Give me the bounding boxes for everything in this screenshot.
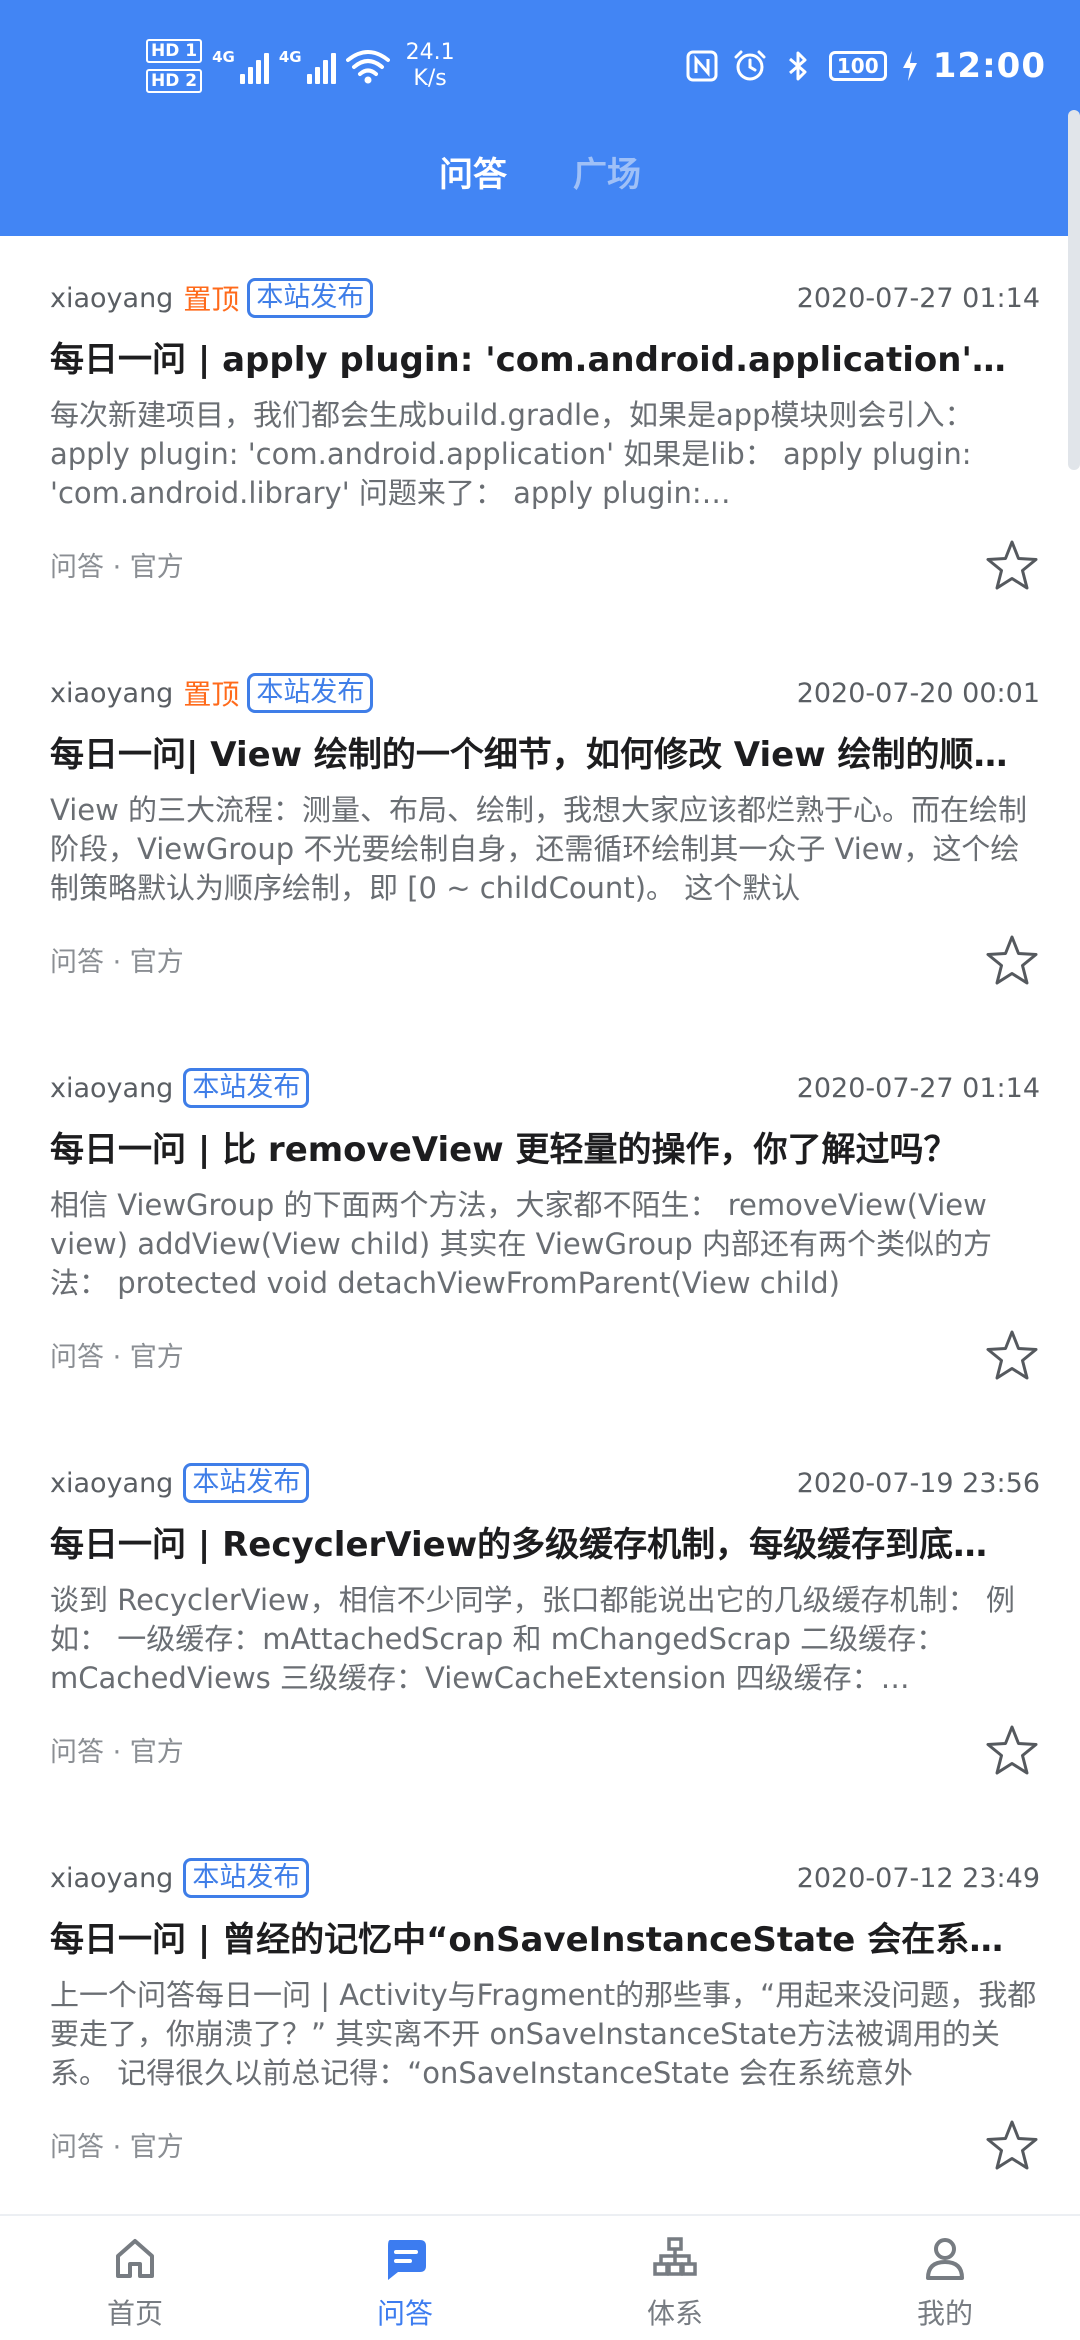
- battery-indicator: 100: [828, 51, 887, 81]
- article-chapter[interactable]: 问答 · 官方: [50, 1733, 184, 1773]
- home-icon: [116, 2239, 154, 2278]
- app-root: HD 1 HD 2 4G 4G 24.1 K/s 100 12:00 问答 广场…: [0, 0, 1080, 2340]
- article-item[interactable]: xiaoyang 本站发布 2020-07-19 23:56 每日一问 | Re…: [0, 1421, 1080, 1816]
- article-date: 2020-07-12 23:49: [796, 1862, 1040, 1894]
- network-1-label: 4G: [212, 48, 235, 66]
- article-desc: 上一个问答每日一问 | Activity与Fragment的那些事，“用起来没问…: [50, 1978, 1037, 2090]
- nfc-icon: [686, 50, 718, 82]
- article-chapter[interactable]: 问答 · 官方: [50, 1338, 184, 1378]
- article-item[interactable]: xiaoyang 置顶 本站发布 2020-07-20 00:01 每日一问| …: [0, 631, 1080, 1026]
- tab-square[interactable]: 广场: [573, 140, 641, 210]
- site-publish-tag: 本站发布: [247, 278, 374, 318]
- article-author[interactable]: xiaoyang: [50, 1468, 173, 1499]
- article-meta: xiaoyang 置顶 本站发布 2020-07-20 00:01: [50, 671, 1040, 715]
- star-icon[interactable]: [984, 538, 1040, 594]
- article-item[interactable]: xiaoyang 置顶 本站发布 2020-07-27 01:14 每日一问 |…: [0, 236, 1080, 631]
- network-2-label: 4G: [278, 48, 302, 66]
- nav-home[interactable]: 首页: [0, 2216, 270, 2340]
- article-item[interactable]: xiaoyang 本站发布 2020-07-27 01:14 每日一问 | 比 …: [0, 1026, 1080, 1421]
- status-bar: HD 1 HD 2 4G 4G 24.1 K/s 100 12:00: [0, 0, 1080, 130]
- article-date: 2020-07-20 00:01: [796, 677, 1040, 709]
- article-meta: xiaoyang 置顶 本站发布 2020-07-27 01:14: [50, 276, 1040, 320]
- signal-1-icon: 4G: [212, 48, 269, 84]
- site-publish-tag: 本站发布: [247, 673, 374, 713]
- article-desc: 谈到 RecyclerView，相信不少同学，张口都能说出它的几级缓存机制： 例…: [50, 1583, 1015, 1701]
- speed-unit: K/s: [413, 66, 447, 91]
- top-tabs: 问答 广场: [0, 140, 1080, 210]
- system-icon: [653, 2237, 697, 2276]
- article-meta: xiaoyang 本站发布 2020-07-12 23:49: [50, 1856, 1040, 1900]
- profile-icon: [926, 2238, 964, 2280]
- article-title[interactable]: 每日一问 | RecyclerView的多级缓存机制，每级缓存到底起到什么样的作…: [50, 1521, 1010, 1569]
- article-chapter[interactable]: 问答 · 官方: [50, 548, 184, 588]
- network-speed: 24.1 K/s: [406, 40, 455, 92]
- nav-profile[interactable]: 我的: [810, 2216, 1080, 2340]
- article-chapter[interactable]: 问答 · 官方: [50, 943, 184, 983]
- status-left: HD 1 HD 2 4G 4G 24.1 K/s: [146, 34, 455, 98]
- article-list[interactable]: xiaoyang 置顶 本站发布 2020-07-27 01:14 每日一问 |…: [0, 236, 1080, 2214]
- nav-profile-label: 我的: [916, 2297, 973, 2330]
- article-author[interactable]: xiaoyang: [50, 1863, 173, 1894]
- article-author[interactable]: xiaoyang: [50, 678, 173, 709]
- status-time: 12:00: [932, 46, 1046, 86]
- article-desc: 每次新建项目，我们都会生成build.gradle，如果是app模块则会引入： …: [50, 398, 974, 516]
- wifi-icon: [345, 50, 390, 84]
- bluetooth-icon: [788, 51, 807, 81]
- article-item[interactable]: xiaoyang 本站发布 2020-07-12 23:49 每日一问 | 曾经…: [0, 1816, 1080, 2211]
- star-icon[interactable]: [984, 2118, 1040, 2174]
- pinned-tag: 置顶: [183, 283, 240, 316]
- article-title[interactable]: 每日一问 | apply plugin: 'com.android.applic…: [50, 336, 1010, 384]
- article-chapter[interactable]: 问答 · 官方: [50, 2128, 184, 2168]
- alarm-icon: [734, 50, 766, 81]
- app-header: HD 1 HD 2 4G 4G 24.1 K/s 100 12:00 问答 广场: [0, 0, 1080, 236]
- article-meta: xiaoyang 本站发布 2020-07-27 01:14: [50, 1066, 1040, 1110]
- tab-qa[interactable]: 问答: [439, 140, 507, 210]
- article-title[interactable]: 每日一问 | 比 removeView 更轻量的操作，你了解过吗？: [50, 1126, 1010, 1174]
- pinned-tag: 置顶: [183, 678, 240, 711]
- nav-system[interactable]: 体系: [540, 2216, 810, 2340]
- hd2-badge: HD 2: [146, 69, 203, 93]
- article-desc: 相信 ViewGroup 的下面两个方法，大家都不陌生： removeView(…: [50, 1188, 992, 1300]
- nav-qa[interactable]: 问答: [270, 2216, 540, 2340]
- signal-2-icon: 4G: [279, 48, 336, 84]
- bottom-nav: 首页 问答 体系 我的: [0, 2214, 1080, 2340]
- scrollbar-thumb[interactable]: [1068, 110, 1080, 470]
- article-author[interactable]: xiaoyang: [50, 1073, 173, 1104]
- nav-qa-label: 问答: [376, 2297, 433, 2330]
- article-meta: xiaoyang 本站发布 2020-07-19 23:56: [50, 1461, 1040, 1505]
- hd1-badge: HD 1: [146, 39, 203, 63]
- star-icon[interactable]: [984, 933, 1040, 989]
- status-right: 100 12:00: [685, 36, 1046, 96]
- charging-icon: [902, 51, 917, 81]
- site-publish-tag: 本站发布: [183, 1068, 310, 1108]
- star-icon[interactable]: [984, 1723, 1040, 1779]
- site-publish-tag: 本站发布: [183, 1463, 310, 1503]
- article-desc: View 的三大流程：测量、布局、绘制，我想大家应该都烂熟于心。而在绘制阶段，V…: [50, 793, 1028, 905]
- hd-indicators: HD 1 HD 2: [146, 39, 203, 93]
- article-date: 2020-07-19 23:56: [796, 1467, 1040, 1499]
- qa-icon: [388, 2240, 426, 2280]
- article-author[interactable]: xiaoyang: [50, 283, 173, 314]
- article-title[interactable]: 每日一问 | 曾经的记忆中“onSaveInstanceState 会在系统意外…: [50, 1916, 1010, 1964]
- article-date: 2020-07-27 01:14: [796, 1072, 1040, 1104]
- nav-system-label: 体系: [646, 2297, 703, 2330]
- article-title[interactable]: 每日一问| View 绘制的一个细节，如何修改 View 绘制的顺序？: [50, 731, 1010, 779]
- star-icon[interactable]: [984, 1328, 1040, 1384]
- site-publish-tag: 本站发布: [183, 1858, 310, 1898]
- speed-value: 24.1: [405, 40, 455, 65]
- article-date: 2020-07-27 01:14: [796, 282, 1040, 314]
- nav-home-label: 首页: [106, 2297, 163, 2330]
